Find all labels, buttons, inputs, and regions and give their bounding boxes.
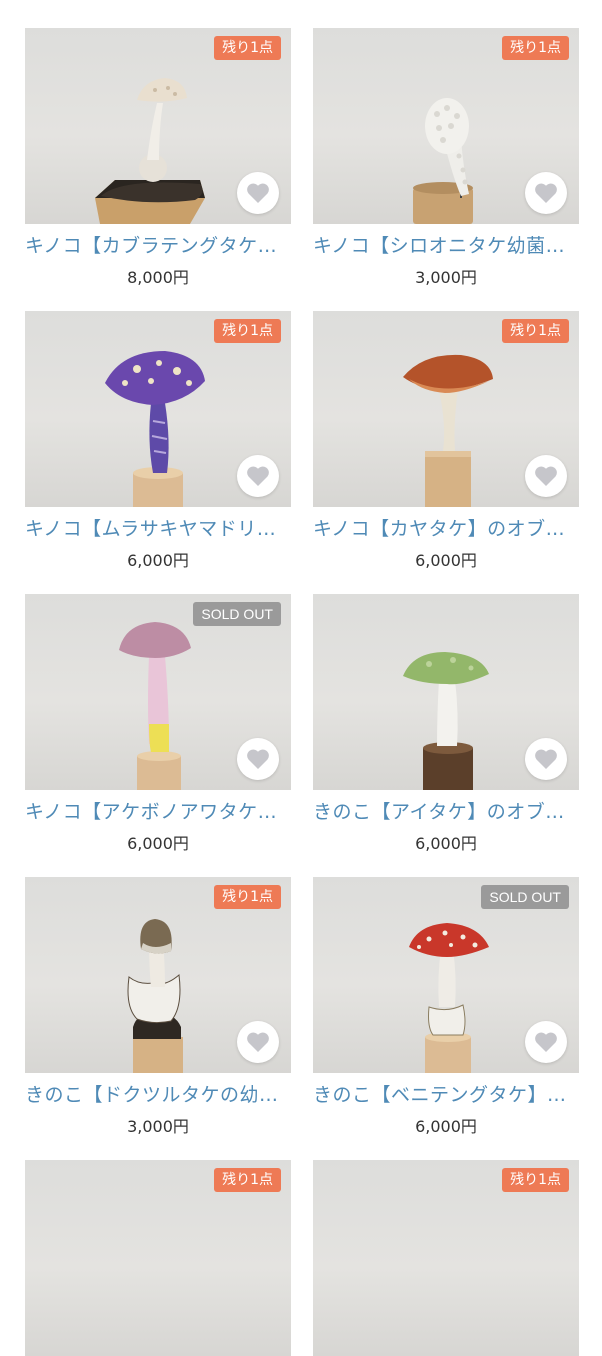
favorite-button[interactable]	[237, 455, 279, 497]
product-card[interactable]: SOLD OUT きのこ【ベニテングタケ】… 6,000円	[313, 877, 579, 1137]
heart-icon	[535, 466, 557, 486]
remaining-badge: 残り1点	[502, 319, 569, 343]
product-title-link[interactable]: きのこ【ドクツルタケの幼…	[25, 1081, 291, 1109]
product-title-link[interactable]: キノコ【カヤタケ】のオブ…	[313, 515, 579, 543]
remaining-badge: 残り1点	[214, 319, 281, 343]
product-image[interactable]: 残り1点	[313, 1160, 579, 1356]
product-image[interactable]: 残り1点	[25, 28, 291, 224]
favorite-button[interactable]	[237, 172, 279, 214]
product-image[interactable]: 残り1点	[25, 1160, 291, 1356]
product-title-link[interactable]: キノコ【シロオニタケ幼菌…	[313, 232, 579, 260]
product-price: 6,000円	[127, 834, 189, 853]
product-price: 3,000円	[127, 1117, 189, 1136]
product-title-link[interactable]: きのこ【ベニテングタケ】…	[313, 1081, 579, 1109]
heart-icon	[247, 183, 269, 203]
favorite-button[interactable]	[525, 738, 567, 780]
product-card[interactable]: 残り1点 キノコ【シロオニタケ幼菌… 3,000円	[313, 28, 579, 288]
product-title-link[interactable]: キノコ【カブラテングタケ…	[25, 232, 291, 260]
product-card[interactable]: 残り1点 キノコ【カブラテングタケ… 8,000円	[25, 28, 291, 288]
favorite-button[interactable]	[237, 738, 279, 780]
heart-icon	[535, 183, 557, 203]
product-price: 6,000円	[415, 1117, 477, 1136]
sold-out-badge: SOLD OUT	[193, 602, 281, 626]
product-price: 8,000円	[127, 268, 189, 287]
favorite-button[interactable]	[525, 172, 567, 214]
product-grid: 残り1点 キノコ【カブラテングタケ… 8,000円 残り1点 キノコ【シロオニタ…	[0, 0, 602, 1356]
remaining-badge: 残り1点	[502, 1168, 569, 1192]
product-image[interactable]: 残り1点	[25, 877, 291, 1073]
product-image[interactable]	[313, 594, 579, 790]
product-title-link[interactable]: キノコ【アケボノアワタケ…	[25, 798, 291, 826]
product-price: 6,000円	[415, 834, 477, 853]
product-card[interactable]: 残り1点 キノコ【カヤタケ】のオブ… 6,000円	[313, 311, 579, 571]
product-card[interactable]: きのこ【アイタケ】のオブ… 6,000円	[313, 594, 579, 854]
heart-icon	[247, 1032, 269, 1052]
product-image[interactable]: 残り1点	[313, 28, 579, 224]
product-title-link[interactable]: きのこ【アイタケ】のオブ…	[313, 798, 579, 826]
product-price: 6,000円	[415, 551, 477, 570]
product-image[interactable]: SOLD OUT	[313, 877, 579, 1073]
remaining-badge: 残り1点	[214, 885, 281, 909]
heart-icon	[535, 1032, 557, 1052]
remaining-badge: 残り1点	[502, 36, 569, 60]
product-card[interactable]: 残り1点 キノコ【ムラサキヤマドリ… 6,000円	[25, 311, 291, 571]
product-image[interactable]: SOLD OUT	[25, 594, 291, 790]
remaining-badge: 残り1点	[214, 1168, 281, 1192]
product-title-link[interactable]: キノコ【ムラサキヤマドリ…	[25, 515, 291, 543]
product-image[interactable]: 残り1点	[313, 311, 579, 507]
product-price: 3,000円	[415, 268, 477, 287]
favorite-button[interactable]	[525, 455, 567, 497]
product-card[interactable]: SOLD OUT キノコ【アケボノアワタケ… 6,000円	[25, 594, 291, 854]
product-price: 6,000円	[127, 551, 189, 570]
heart-icon	[247, 466, 269, 486]
product-card[interactable]: 残り1点	[25, 1160, 291, 1356]
favorite-button[interactable]	[525, 1021, 567, 1063]
product-card[interactable]: 残り1点	[313, 1160, 579, 1356]
sold-out-badge: SOLD OUT	[481, 885, 569, 909]
product-card[interactable]: 残り1点 きのこ【ドクツルタケの幼… 3,000円	[25, 877, 291, 1137]
product-image[interactable]: 残り1点	[25, 311, 291, 507]
remaining-badge: 残り1点	[214, 36, 281, 60]
heart-icon	[535, 749, 557, 769]
favorite-button[interactable]	[237, 1021, 279, 1063]
heart-icon	[247, 749, 269, 769]
